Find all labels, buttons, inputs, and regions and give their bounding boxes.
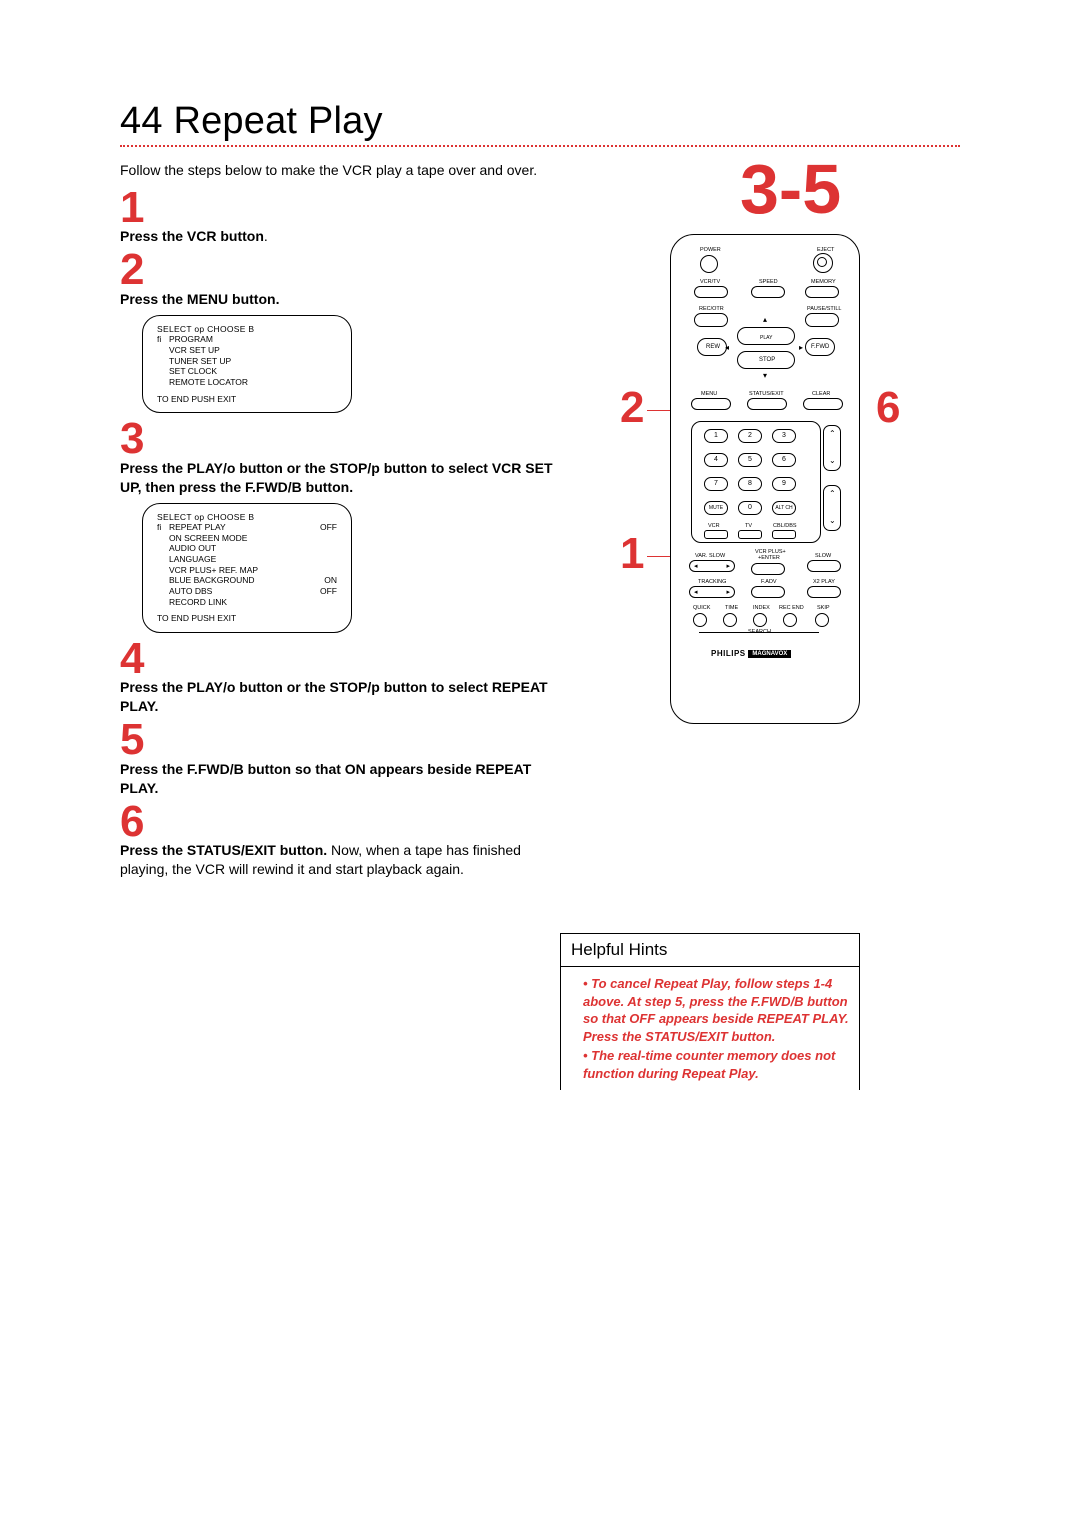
- altch-button[interactable]: ALT CH: [772, 501, 796, 515]
- step-1-num: 1: [120, 188, 580, 228]
- right-icon: ▸: [799, 343, 803, 352]
- digit-7[interactable]: 7: [704, 477, 728, 491]
- step-4-text: Press the PLAY/o button or the STOP/p bu…: [120, 678, 560, 716]
- title-divider: [120, 145, 960, 147]
- recend-button[interactable]: [783, 613, 797, 627]
- helpful-hints-title: Helpful Hints: [560, 933, 860, 967]
- ffwd-button[interactable]: F.FWD: [805, 338, 835, 356]
- digit-5[interactable]: 5: [738, 453, 762, 467]
- statusexit-button[interactable]: [747, 398, 787, 410]
- brand: PHILIPS MAGNAVOX: [711, 649, 791, 658]
- tv-button[interactable]: [738, 530, 762, 539]
- clear-button[interactable]: [803, 398, 843, 410]
- step-6-text: Press the STATUS/EXIT button. Now, when …: [120, 841, 560, 879]
- digit-3[interactable]: 3: [772, 429, 796, 443]
- time-button[interactable]: [723, 613, 737, 627]
- step-1-text: Press the VCR button.: [120, 227, 560, 246]
- step-5-text: Press the F.FWD/B button so that ON appe…: [120, 760, 560, 798]
- step-6-num: 6: [120, 802, 580, 842]
- vcr-button[interactable]: [704, 530, 728, 539]
- eject-button[interactable]: [813, 253, 833, 273]
- down-icon: ▾: [763, 371, 767, 380]
- mute-button[interactable]: MUTE: [704, 501, 728, 515]
- vcrplus-button[interactable]: [751, 563, 785, 575]
- channel-rocker[interactable]: ⌃ ⌄: [823, 425, 841, 471]
- osd-menu-2: SELECT op CHOOSE BfiREPEAT PLAYOFFON SCR…: [142, 503, 352, 633]
- play-button[interactable]: PLAY: [737, 327, 795, 345]
- fadv-button[interactable]: [751, 586, 785, 598]
- step-2-text: Press the MENU button.: [120, 290, 560, 309]
- intro-text: Follow the steps below to make the VCR p…: [120, 161, 540, 180]
- callout-6: 6: [876, 386, 900, 430]
- left-icon: ◂: [725, 343, 729, 352]
- recotr-button[interactable]: [694, 313, 728, 327]
- vcrtv-button[interactable]: [694, 286, 728, 298]
- step-3: 3 Press the PLAY/o button or the STOP/p …: [120, 419, 580, 496]
- quick-button[interactable]: [693, 613, 707, 627]
- up-icon: ▴: [763, 315, 767, 324]
- varslow-button[interactable]: ◂ ▸: [689, 560, 735, 572]
- rew-button[interactable]: REW: [697, 338, 727, 356]
- digit-6[interactable]: 6: [772, 453, 796, 467]
- callout-1: 1: [620, 532, 644, 576]
- digit-1[interactable]: 1: [704, 429, 728, 443]
- x2play-button[interactable]: [807, 586, 841, 598]
- speed-button[interactable]: [751, 286, 785, 298]
- step-5: 5 Press the F.FWD/B button so that ON ap…: [120, 720, 580, 797]
- volume-rocker[interactable]: ⌃ ⌄: [823, 485, 841, 531]
- slow-button[interactable]: [807, 560, 841, 572]
- cbldbs-button[interactable]: [772, 530, 796, 539]
- step-2: 2 Press the MENU button.: [120, 250, 580, 308]
- steps-column: 1 Press the VCR button. 2 Press the MENU…: [120, 184, 580, 883]
- step-6: 6 Press the STATUS/EXIT button. Now, whe…: [120, 802, 580, 879]
- digit-8[interactable]: 8: [738, 477, 762, 491]
- power-button[interactable]: [700, 255, 718, 273]
- osd-menu-1: SELECT op CHOOSE BfiPROGRAMVCR SET UPTUN…: [142, 315, 352, 413]
- digit-9[interactable]: 9: [772, 477, 796, 491]
- helpful-hints: Helpful Hints To cancel Repeat Play, fol…: [560, 933, 860, 1090]
- callout-2: 2: [620, 386, 644, 430]
- step-4: 4 Press the PLAY/o button or the STOP/p …: [120, 639, 580, 716]
- page-title: 44 Repeat Play: [120, 100, 960, 143]
- step-3-text: Press the PLAY/o button or the STOP/p bu…: [120, 459, 560, 497]
- stop-button[interactable]: STOP: [737, 351, 795, 369]
- step-5-num: 5: [120, 720, 580, 760]
- hint-item: To cancel Repeat Play, follow steps 1-4 …: [583, 975, 855, 1045]
- page-number: 44: [120, 100, 163, 142]
- helpful-hints-body: To cancel Repeat Play, follow steps 1-4 …: [560, 967, 860, 1090]
- step-3-num: 3: [120, 419, 580, 459]
- pausestill-button[interactable]: [805, 313, 839, 327]
- digit-0[interactable]: 0: [738, 501, 762, 515]
- step-2-num: 2: [120, 250, 580, 290]
- tracking-button[interactable]: ◂ ▸: [689, 586, 735, 598]
- callout-top: 3-5: [740, 154, 841, 224]
- digit-2[interactable]: 2: [738, 429, 762, 443]
- digit-4[interactable]: 4: [704, 453, 728, 467]
- skip-button[interactable]: [815, 613, 829, 627]
- menu-button[interactable]: [691, 398, 731, 410]
- remote-control: POWER EJECT VCR/TV SPEED MEMORY REC/OTR …: [670, 234, 860, 724]
- page-heading: Repeat Play: [173, 100, 382, 142]
- step-1: 1 Press the VCR button.: [120, 188, 580, 246]
- hint-item: The real-time counter memory does not fu…: [583, 1047, 855, 1082]
- memory-button[interactable]: [805, 286, 839, 298]
- step-4-num: 4: [120, 639, 580, 679]
- index-button[interactable]: [753, 613, 767, 627]
- remote-column: 3-5 2 1 6 POWER EJECT VCR/TV SPEED MEMOR…: [610, 174, 950, 883]
